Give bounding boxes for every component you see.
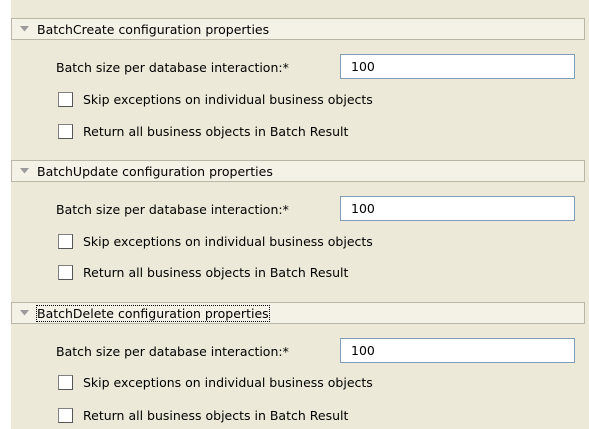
section-title: BatchUpdate configuration properties [37,163,273,179]
return-all-label[interactable]: Return all business objects in Batch Res… [83,265,348,280]
batch-size-input-batchdelete[interactable] [340,338,575,363]
skip-exceptions-label[interactable]: Skip exceptions on individual business o… [83,92,373,107]
chevron-down-icon[interactable] [20,26,29,32]
chevron-down-icon[interactable] [20,168,29,174]
chevron-down-icon[interactable] [20,310,29,316]
batch-size-label: Batch size per database interaction:* [56,344,289,359]
batch-size-input-batchupdate[interactable] [340,196,575,221]
section-title: BatchCreate configuration properties [37,21,270,37]
skip-exceptions-checkbox-batchcreate[interactable] [58,92,73,107]
return-all-label[interactable]: Return all business objects in Batch Res… [83,124,348,139]
batch-size-label: Batch size per database interaction:* [56,202,289,217]
section-title: BatchDelete configuration properties [36,304,270,322]
section-header-batchupdate[interactable]: BatchUpdate configuration properties [11,160,585,182]
skip-exceptions-label[interactable]: Skip exceptions on individual business o… [83,375,373,390]
batch-size-input-batchcreate[interactable] [340,54,575,79]
skip-exceptions-checkbox-batchupdate[interactable] [58,234,73,249]
skip-exceptions-label[interactable]: Skip exceptions on individual business o… [83,234,373,249]
return-all-checkbox-batchcreate[interactable] [58,124,73,139]
section-header-batchcreate[interactable]: BatchCreate configuration properties [11,18,585,40]
return-all-checkbox-batchdelete[interactable] [58,408,73,423]
return-all-label[interactable]: Return all business objects in Batch Res… [83,408,348,423]
section-header-batchdelete[interactable]: BatchDelete configuration properties [11,302,585,324]
return-all-checkbox-batchupdate[interactable] [58,265,73,280]
batch-size-label: Batch size per database interaction:* [56,60,289,75]
skip-exceptions-checkbox-batchdelete[interactable] [58,375,73,390]
